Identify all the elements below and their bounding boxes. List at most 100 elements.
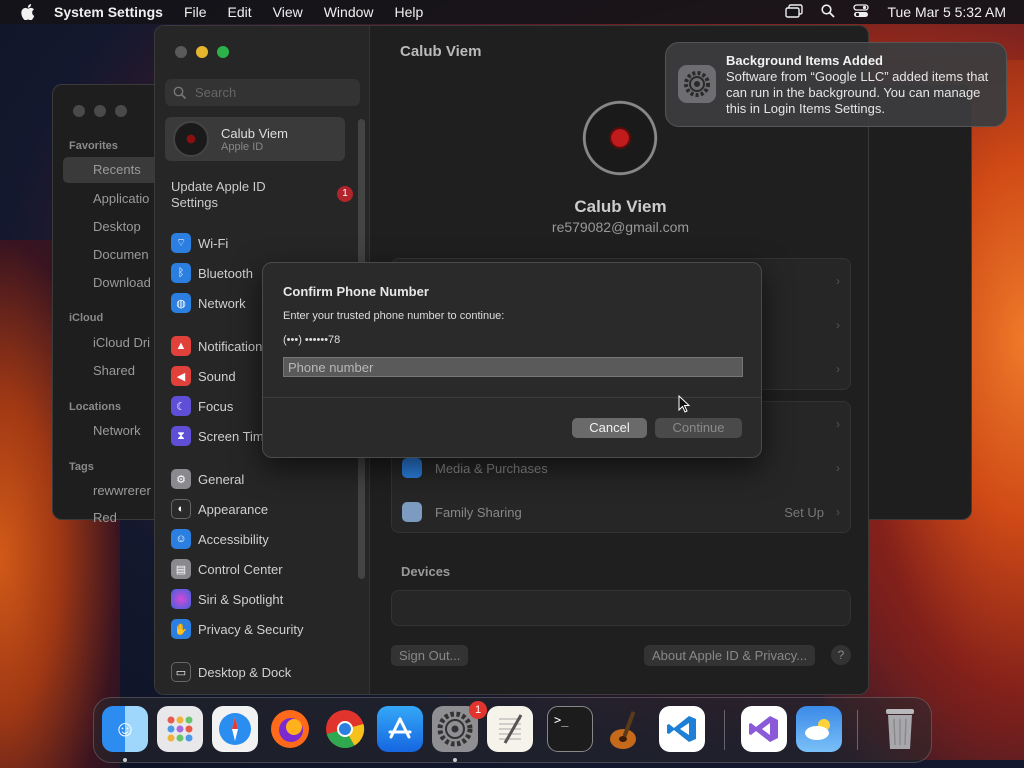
- sidebar-item-focus[interactable]: ☾ Focus: [171, 396, 233, 416]
- sidebar-item-screen-time[interactable]: ⧗ Screen Time: [171, 426, 271, 446]
- settings-window-controls[interactable]: [175, 46, 229, 58]
- chevron-right-icon: ›: [836, 461, 840, 475]
- sidebar-item-privacy-security[interactable]: ✋ Privacy & Security: [171, 619, 303, 639]
- safari-icon[interactable]: [212, 706, 258, 752]
- sidebar-item-appearance[interactable]: ◐ Appearance: [171, 499, 268, 519]
- chevron-right-icon: ›: [836, 505, 840, 519]
- notification-banner[interactable]: Background Items Added Software from “Go…: [665, 42, 1007, 127]
- finder-item-desktop[interactable]: Desktop: [93, 219, 141, 234]
- page-title: Calub Viem: [400, 43, 482, 60]
- menu-edit[interactable]: Edit: [228, 4, 252, 20]
- settings-badge: 1: [469, 701, 487, 719]
- phone-number-input[interactable]: [283, 357, 743, 377]
- sidebar-item-apple-id[interactable]: Calub Viem Apple ID: [165, 117, 345, 161]
- sidebar-item-label: Notifications: [198, 338, 269, 354]
- finder-icon[interactable]: ☺: [102, 706, 148, 752]
- avatar[interactable]: [570, 88, 670, 188]
- hourglass-icon: ⧗: [171, 426, 191, 446]
- finder-item-shared[interactable]: Shared: [93, 363, 135, 378]
- chevron-right-icon: ›: [836, 362, 840, 376]
- sidebar-item-bluetooth[interactable]: ᛒ Bluetooth: [171, 263, 253, 283]
- sidebar-item-label: Accessibility: [198, 531, 269, 547]
- garageband-icon[interactable]: [602, 706, 648, 752]
- zoom-icon[interactable]: [217, 46, 229, 58]
- family-sharing-label: Family Sharing: [435, 504, 522, 520]
- chevron-right-icon: ›: [836, 318, 840, 332]
- notification-title: Background Items Added: [726, 53, 883, 68]
- sidebar-item-siri-spotlight[interactable]: Siri & Spotlight: [171, 589, 283, 609]
- finder-item-icloud-drive[interactable]: iCloud Dri: [93, 335, 150, 350]
- appearance-icon: ◐: [171, 499, 191, 519]
- menu-bar: System Settings File Edit View Window He…: [0, 0, 1024, 24]
- sidebar-item-wifi[interactable]: ⌔ Wi-Fi: [171, 233, 228, 253]
- finder-item-downloads[interactable]: Download: [93, 275, 151, 290]
- app-name-menu[interactable]: System Settings: [54, 4, 163, 20]
- family-setup-label: Set Up: [784, 504, 824, 520]
- hand-icon: ✋: [171, 619, 191, 639]
- sidebar-item-control-center[interactable]: ▤ Control Center: [171, 559, 283, 579]
- finder-item-tag1[interactable]: rewwrerer: [93, 483, 151, 498]
- menu-window[interactable]: Window: [324, 4, 374, 20]
- chrome-icon[interactable]: [322, 706, 368, 752]
- minimize-icon[interactable]: [94, 105, 106, 117]
- update-badge: 1: [337, 186, 353, 202]
- minimize-icon[interactable]: [196, 46, 208, 58]
- screen-mirroring-icon[interactable]: [785, 3, 804, 21]
- continue-button[interactable]: Continue: [655, 418, 742, 438]
- close-icon[interactable]: [175, 46, 187, 58]
- about-privacy-button[interactable]: About Apple ID & Privacy...: [644, 645, 816, 666]
- search-input[interactable]: Search: [165, 79, 360, 106]
- finder-item-tag2[interactable]: Red: [93, 510, 117, 525]
- terminal-icon[interactable]: >_: [547, 706, 593, 752]
- menu-help[interactable]: Help: [395, 4, 424, 20]
- app-store-icon[interactable]: [377, 706, 423, 752]
- finder-item-documents[interactable]: Documen: [93, 247, 149, 262]
- firefox-icon[interactable]: [267, 706, 313, 752]
- visual-studio-icon[interactable]: [741, 706, 787, 752]
- sidebar-item-label: Bluetooth: [198, 265, 253, 281]
- sidebar-item-label: Control Center: [198, 561, 283, 577]
- sidebar-item-general[interactable]: ⚙ General: [171, 469, 244, 489]
- finder-item-network[interactable]: Network: [93, 423, 141, 438]
- sidebar-item-desktop-dock[interactable]: ▭ Desktop & Dock: [171, 662, 291, 682]
- sidebar-item-update-apple-id[interactable]: Update Apple ID Settings 1: [171, 179, 353, 211]
- chevron-right-icon: ›: [836, 417, 840, 431]
- weather-icon[interactable]: [796, 706, 842, 752]
- launchpad-icon[interactable]: [157, 706, 203, 752]
- zoom-icon[interactable]: [115, 105, 127, 117]
- profile-name: Calub Viem: [574, 197, 667, 216]
- sidebar-item-notifications[interactable]: ▲ Notifications: [171, 336, 269, 356]
- sidebar-item-sound[interactable]: ◀ Sound: [171, 366, 236, 386]
- menu-file[interactable]: File: [184, 4, 207, 20]
- finder-section-icloud: iCloud: [69, 312, 104, 324]
- control-center-icon[interactable]: [853, 3, 870, 21]
- finder-item-applications[interactable]: Applicatio: [93, 191, 149, 206]
- family-icon: [402, 502, 422, 522]
- apple-menu-icon[interactable]: [18, 2, 38, 22]
- sidebar-item-label: Privacy & Security: [198, 621, 304, 637]
- sign-out-button[interactable]: Sign Out...: [391, 645, 469, 666]
- search-placeholder: Search: [195, 85, 237, 100]
- sidebar-item-label: Screen Time: [198, 428, 271, 444]
- help-button[interactable]: ?: [831, 645, 851, 665]
- close-icon[interactable]: [73, 105, 85, 117]
- sidebar-item-label: Sound: [198, 368, 236, 384]
- finder-window-controls[interactable]: [73, 105, 127, 117]
- finder-section-locations: Locations: [69, 401, 121, 413]
- menu-clock[interactable]: Tue Mar 5 5:32 AM: [887, 4, 1006, 20]
- family-sharing-row[interactable]: Family Sharing Set Up ›: [392, 490, 852, 534]
- menu-view[interactable]: View: [273, 4, 303, 20]
- sidebar-item-label: Network: [198, 295, 246, 311]
- sidebar-item-accessibility[interactable]: ☺ Accessibility: [171, 529, 269, 549]
- textedit-icon[interactable]: [487, 706, 533, 752]
- vscode-icon[interactable]: [659, 706, 705, 752]
- spotlight-search-icon[interactable]: [821, 3, 836, 21]
- speaker-icon: ◀: [171, 366, 191, 386]
- cancel-button[interactable]: Cancel: [572, 418, 647, 438]
- confirm-phone-dialog: Confirm Phone Number Enter your trusted …: [262, 262, 762, 458]
- trash-icon[interactable]: [877, 706, 923, 752]
- sidebar-item-label: Siri & Spotlight: [198, 591, 284, 607]
- dock-separator: [857, 710, 858, 750]
- sidebar-item-network[interactable]: ◍ Network: [171, 293, 246, 313]
- control-center-icon: ▤: [171, 559, 191, 579]
